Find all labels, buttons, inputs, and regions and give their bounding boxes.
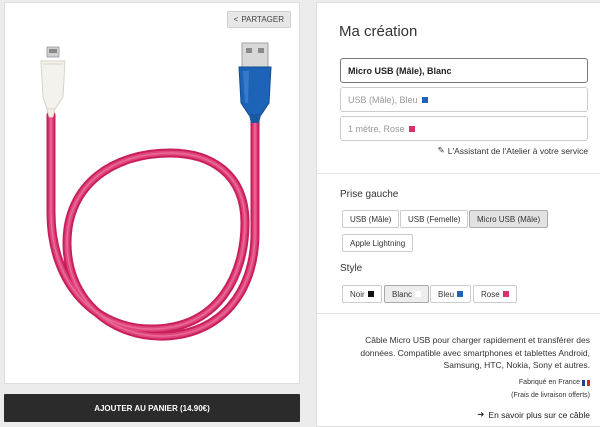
connector-section-label: Prise gauche <box>340 189 399 200</box>
style-option-noir[interactable]: Noir <box>342 285 382 303</box>
field-left-connector[interactable]: Micro USB (Mâle), Blanc <box>340 58 588 83</box>
divider <box>317 173 600 174</box>
pencil-icon: ✎ <box>437 145 445 155</box>
color-swatch <box>502 291 509 297</box>
color-swatch <box>421 96 428 103</box>
add-to-cart-button[interactable]: AJOUTER AU PANIER (14.90€) <box>4 394 300 422</box>
arrow-right-icon: ➜ <box>477 409 485 419</box>
option-usb-male[interactable]: USB (Mâle) <box>342 210 400 228</box>
page-title: Ma création <box>339 23 418 40</box>
add-to-cart-label: AJOUTER AU PANIER (14.90€) <box>94 403 210 413</box>
style-option-rose[interactable]: Rose <box>473 285 517 303</box>
field-right-connector[interactable]: USB (Mâle), Bleu <box>340 87 588 112</box>
assistant-link-label: L'Assistant de l'Atelier à votre service <box>447 145 588 156</box>
divider <box>317 313 600 314</box>
style-section-label: Style <box>340 263 363 274</box>
cable-illustration <box>40 42 272 341</box>
color-swatch <box>457 291 464 297</box>
field-label: 1 mètre, Rose <box>348 123 405 134</box>
assistant-link[interactable]: ✎ L'Assistant de l'Atelier à votre servi… <box>438 145 588 156</box>
field-label: USB (Mâle), Bleu <box>348 94 418 105</box>
configuration-panel: Ma création Micro USB (Mâle), Blanc USB … <box>316 2 600 427</box>
color-swatch <box>408 125 415 132</box>
style-option-blanc[interactable]: Blanc <box>384 285 430 303</box>
field-cable[interactable]: 1 mètre, Rose <box>340 116 588 141</box>
color-swatch <box>367 291 374 297</box>
field-label: Micro USB (Mâle), Blanc <box>348 65 452 76</box>
color-swatch <box>415 291 422 297</box>
learn-more-link[interactable]: ➜ En savoir plus sur ce câble <box>477 409 590 420</box>
france-flag-icon <box>582 379 591 386</box>
option-usb-female[interactable]: USB (Femelle) <box>400 210 469 228</box>
product-description: Câble Micro USB pour charger rapidement … <box>360 335 590 370</box>
style-option-bleu[interactable]: Bleu <box>430 285 472 303</box>
option-micro-usb-male[interactable]: Micro USB (Mâle) <box>469 210 549 228</box>
cable-body <box>46 110 260 341</box>
left-plug <box>40 46 66 118</box>
shipping-note: (Frais de livraison offerts) <box>511 392 590 399</box>
share-label: PARTAGER <box>241 15 284 24</box>
share-button[interactable]: < PARTAGER <box>226 11 291 28</box>
option-apple-lightning[interactable]: Apple Lightning <box>342 234 414 252</box>
right-plug <box>238 42 272 123</box>
share-icon: < <box>233 15 239 24</box>
made-in-france: Fabriqué en France <box>519 379 591 386</box>
product-preview: < PARTAGER <box>4 2 300 384</box>
